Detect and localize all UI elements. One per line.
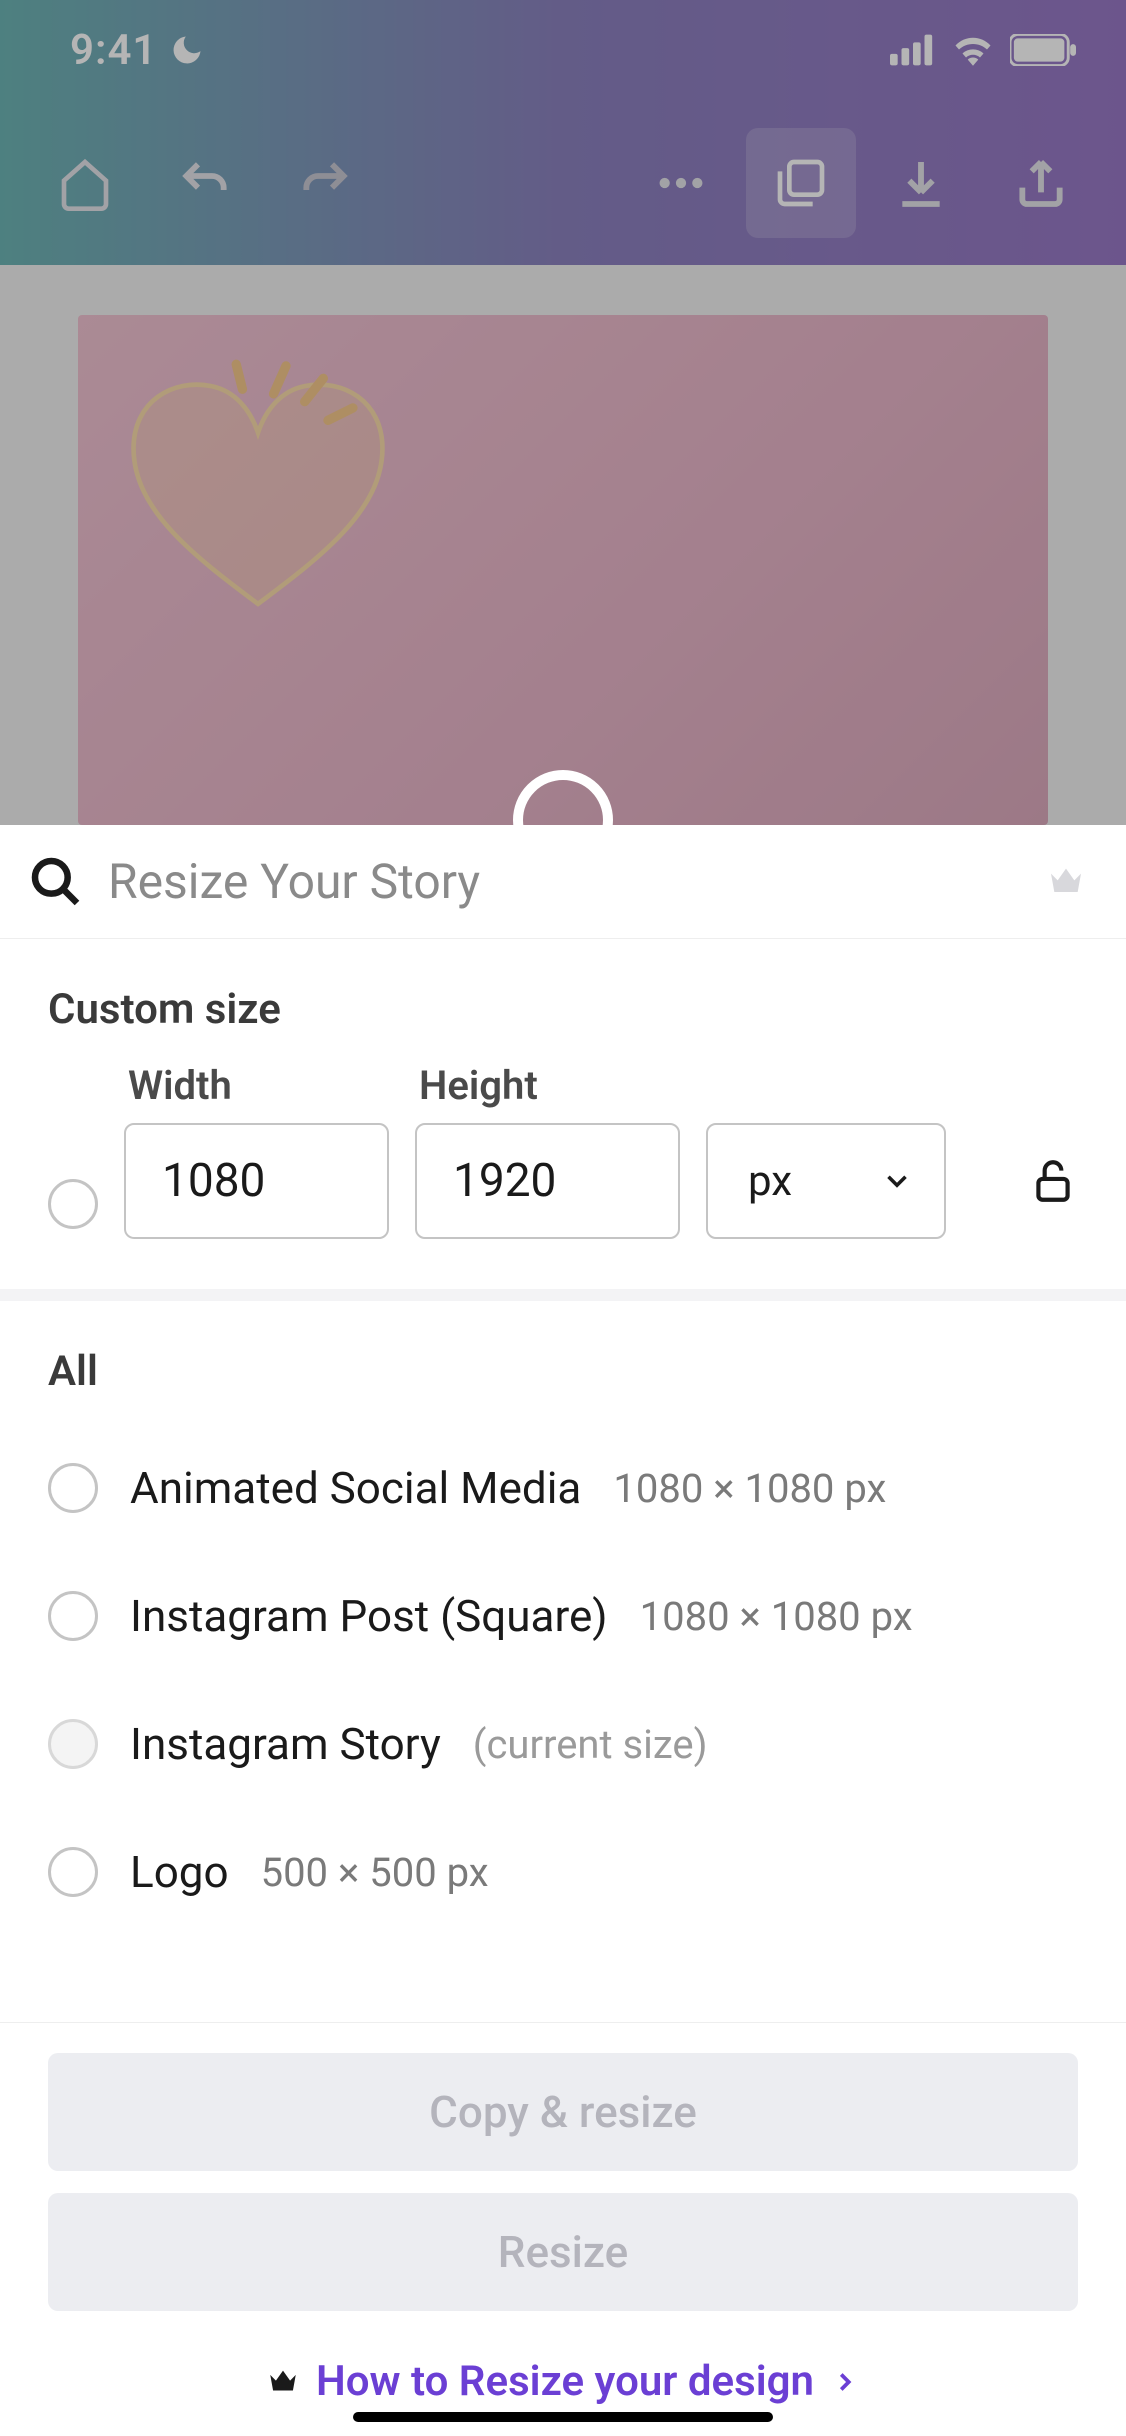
wifi-icon (952, 34, 994, 66)
preset-name: Animated Social Media (130, 1462, 581, 1514)
preset-name: Instagram Story (130, 1718, 441, 1770)
preset-instagram-post-square[interactable]: Instagram Post (Square) 1080 × 1080 px (48, 1552, 1078, 1680)
copy-resize-label: Copy & resize (429, 2086, 697, 2138)
width-label: Width (124, 1062, 389, 1109)
preset-note: (current size) (473, 1721, 708, 1768)
search-row (0, 825, 1126, 939)
preset-dims: 1080 × 1080 px (613, 1465, 886, 1512)
height-label: Height (415, 1062, 680, 1109)
canvas-area (0, 265, 1126, 825)
unit-label: px (748, 1157, 792, 1206)
copy-resize-button[interactable]: Copy & resize (48, 2053, 1078, 2171)
preset-list: Animated Social Media 1080 × 1080 px Ins… (0, 1424, 1126, 1936)
preset-name: Instagram Post (Square) (130, 1590, 608, 1642)
download-icon (893, 155, 949, 211)
all-section-title: All (0, 1301, 1126, 1424)
search-icon (28, 854, 84, 910)
unlock-icon (1028, 1156, 1078, 1206)
custom-size-radio[interactable] (48, 1179, 98, 1229)
sheet-footer: Copy & resize Resize How to Resize your … (0, 2022, 1126, 2436)
howto-link[interactable]: How to Resize your design (48, 2333, 1078, 2416)
status-bar: 9:41 (0, 0, 1126, 100)
design-canvas[interactable] (78, 315, 1048, 825)
preset-instagram-story[interactable]: Instagram Story (current size) (48, 1680, 1078, 1808)
resize-label: Resize (498, 2226, 628, 2278)
chevron-down-icon (880, 1164, 914, 1198)
preset-dims: 500 × 500 px (261, 1849, 489, 1896)
search-input[interactable] (108, 853, 1022, 910)
download-button[interactable] (866, 128, 976, 238)
resize-button[interactable]: Resize (48, 2193, 1078, 2311)
lock-aspect-button[interactable] (1028, 1123, 1078, 1239)
preset-name: Logo (130, 1846, 229, 1898)
custom-section-title: Custom size (0, 939, 1126, 1062)
status-time: 9:41 (70, 26, 157, 75)
home-indicator[interactable] (353, 2412, 773, 2422)
unit-select[interactable]: px (706, 1123, 946, 1239)
preset-radio[interactable] (48, 1719, 98, 1769)
crown-icon (1046, 862, 1086, 902)
divider (0, 1289, 1126, 1301)
pages-button[interactable] (746, 128, 856, 238)
heart-graphic (98, 355, 418, 635)
share-button[interactable] (986, 128, 1096, 238)
more-button[interactable] (626, 128, 736, 238)
preset-radio[interactable] (48, 1463, 98, 1513)
toolbar (0, 100, 1126, 265)
preset-logo[interactable]: Logo 500 × 500 px (48, 1808, 1078, 1936)
pages-icon (773, 155, 829, 211)
preset-radio[interactable] (48, 1591, 98, 1641)
redo-icon (297, 155, 353, 211)
custom-size-row: Width Height px (0, 1062, 1126, 1289)
height-input[interactable] (415, 1123, 680, 1239)
undo-icon (177, 155, 233, 211)
howto-label: How to Resize your design (316, 2357, 814, 2406)
crown-icon (266, 2365, 300, 2399)
preset-dims: 1080 × 1080 px (640, 1593, 913, 1640)
width-input[interactable] (124, 1123, 389, 1239)
share-icon (1013, 155, 1069, 211)
battery-icon (1010, 34, 1076, 66)
preset-radio[interactable] (48, 1847, 98, 1897)
undo-button[interactable] (150, 128, 260, 238)
resize-sheet: Custom size Width Height px All (0, 825, 1126, 2436)
cell-signal-icon (890, 34, 936, 66)
chevron-right-icon (830, 2367, 860, 2397)
moon-icon (169, 32, 205, 68)
preset-animated-social-media[interactable]: Animated Social Media 1080 × 1080 px (48, 1424, 1078, 1552)
home-icon (57, 155, 113, 211)
more-icon (653, 155, 709, 211)
home-button[interactable] (30, 128, 140, 238)
redo-button[interactable] (270, 128, 380, 238)
